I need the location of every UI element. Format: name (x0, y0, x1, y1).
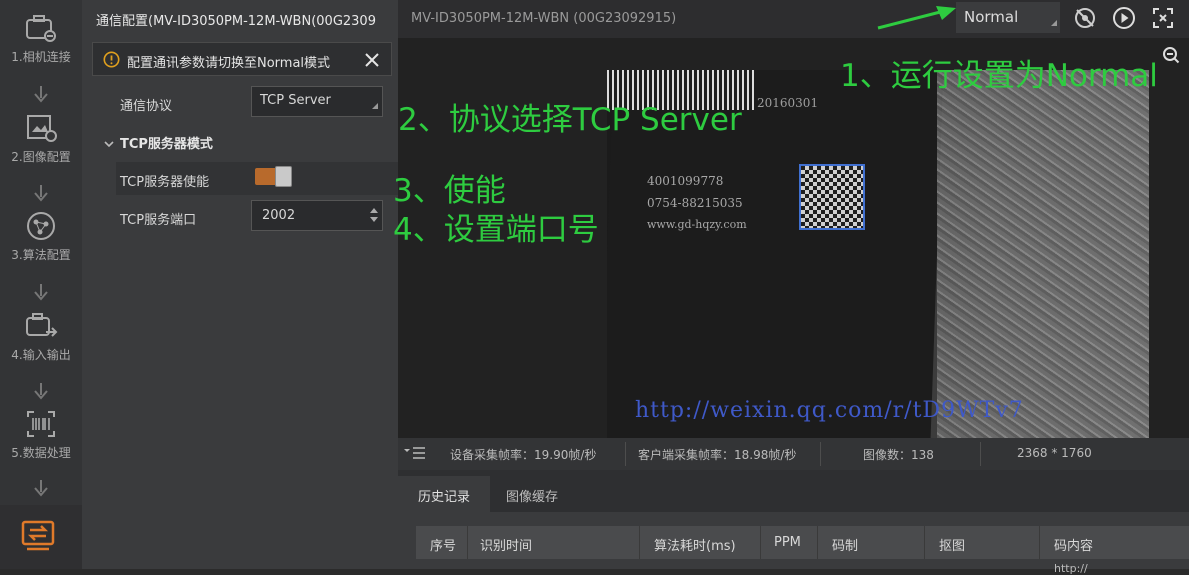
column-header[interactable]: 抠图 (939, 535, 965, 554)
client-fps: 客户端采集帧率：18.98帧/秒 (638, 448, 797, 462)
dropdown-corner-icon (1051, 11, 1057, 30)
warning-banner: 配置通讯参数请切换至Normal模式 (92, 42, 392, 76)
workflow-sidebar: 1.相机连接 2.图像配置 3.算法配置 4.输入输出 5.数据处理 (0, 0, 82, 569)
port-value: 2002 (262, 208, 296, 223)
step-algorithm-config[interactable]: 3.算法配置 (0, 210, 82, 263)
warning-icon (103, 51, 120, 72)
mode-select[interactable]: Normal (956, 2, 1060, 33)
column-header[interactable]: 码内容 (1054, 535, 1093, 554)
camera-link-icon (24, 12, 58, 44)
protocol-select[interactable]: TCP Server (251, 86, 383, 117)
arrow-down-icon (31, 282, 51, 302)
annotation-step4: 4、设置端口号 (393, 212, 599, 248)
resolution: 2368 * 1760 (1017, 446, 1092, 460)
port-label: TCP服务端口 (120, 213, 197, 228)
step-camera-connect[interactable]: 1.相机连接 (0, 12, 82, 65)
barcode-icon (24, 408, 58, 440)
device-fps: 设备采集帧率：19.90帧/秒 (450, 448, 597, 462)
arrow-down-icon (31, 381, 51, 401)
arrow-down-icon (31, 478, 51, 498)
menu-toggle-icon[interactable] (404, 446, 426, 463)
tea-leaves (937, 70, 1149, 438)
enable-label: TCP服务器使能 (120, 175, 210, 190)
label-line: 20160301 (757, 96, 819, 110)
zoom-out-icon[interactable] (1162, 46, 1180, 68)
annotation-arrow-icon (877, 6, 956, 30)
qr-code (799, 164, 865, 230)
tab-label: 历史记录 (418, 490, 471, 505)
dropdown-corner-icon (372, 98, 378, 113)
status-bar: 设备采集帧率：19.90帧/秒 客户端采集帧率：18.98帧/秒 图像数：138… (398, 438, 1189, 470)
enable-toggle[interactable] (255, 166, 293, 187)
step-label: 2.图像配置 (11, 150, 71, 164)
play-icon[interactable] (1112, 6, 1136, 34)
communication-config-button[interactable] (0, 505, 82, 569)
label-line: www.gd-hqzy.com (647, 218, 747, 231)
step-data-processing[interactable]: 5.数据处理 (0, 408, 82, 461)
label-line: 4001099778 (647, 174, 724, 188)
step-image-config[interactable]: 2.图像配置 (0, 112, 82, 165)
step-label: 3.算法配置 (11, 248, 71, 262)
column-header[interactable]: 序号 (430, 535, 456, 554)
communication-icon (21, 518, 55, 556)
fullscreen-icon[interactable] (1151, 6, 1175, 34)
table-header: 序号 识别时间 算法耗时(ms) PPM 码制 抠图 码内容 (416, 526, 1189, 559)
column-header[interactable]: 算法耗时(ms) (654, 535, 736, 554)
panel-title: 通信配置(MV-ID3050PM-12M-WBN(00G2309 (96, 14, 376, 29)
device-title: MV-ID3050PM-12M-WBN (00G23092915) (411, 11, 677, 26)
viewer-toolbar: MV-ID3050PM-12M-WBN (00G23092915) Normal (398, 0, 1189, 38)
step-label: 1.相机连接 (11, 50, 71, 64)
column-header[interactable]: 码制 (832, 535, 858, 554)
warning-text: 配置通讯参数请切换至Normal模式 (127, 56, 331, 71)
history-panel: 历史记录 图像缓存 序号 识别时间 算法耗时(ms) PPM 码制 抠图 码内容… (398, 470, 1189, 575)
section-title: TCP服务器模式 (120, 137, 213, 152)
step-label: 4.输入输出 (11, 348, 71, 362)
mode-value: Normal (964, 8, 1019, 26)
protocol-label: 通信协议 (120, 99, 173, 114)
annotation-step2: 2、协议选择TCP Server (398, 102, 742, 138)
column-header[interactable]: PPM (774, 535, 801, 550)
tab-history[interactable]: 历史记录 (398, 476, 490, 512)
port-input[interactable]: 2002 (251, 200, 383, 231)
close-icon[interactable] (363, 51, 381, 69)
spin-down-icon[interactable] (370, 212, 378, 227)
communication-config-panel: 通信配置(MV-ID3050PM-12M-WBN(00G2309 配置通讯参数请… (82, 0, 398, 569)
protocol-value: TCP Server (260, 93, 331, 108)
arrow-down-icon (31, 84, 51, 104)
watermark-url: http://weixin.qq.com/r/tD9WTv7 (635, 398, 1024, 423)
label-line: 0754-88215035 (647, 196, 743, 210)
tab-image-cache[interactable]: 图像缓存 (490, 476, 580, 512)
arrow-down-icon (31, 183, 51, 203)
collapse-chevron-icon[interactable] (104, 134, 114, 153)
step-label: 5.数据处理 (11, 446, 71, 460)
step-input-output[interactable]: 4.输入输出 (0, 310, 82, 363)
annotation-step1: 1、运行设置为Normal (840, 58, 1158, 94)
tab-label: 图像缓存 (506, 490, 559, 505)
algorithm-icon (24, 210, 58, 242)
io-icon (24, 310, 58, 342)
image-count: 图像数：138 (863, 448, 934, 462)
column-header[interactable]: 识别时间 (480, 535, 532, 554)
image-settings-icon (24, 112, 58, 144)
trigger-disabled-icon[interactable] (1073, 6, 1097, 34)
